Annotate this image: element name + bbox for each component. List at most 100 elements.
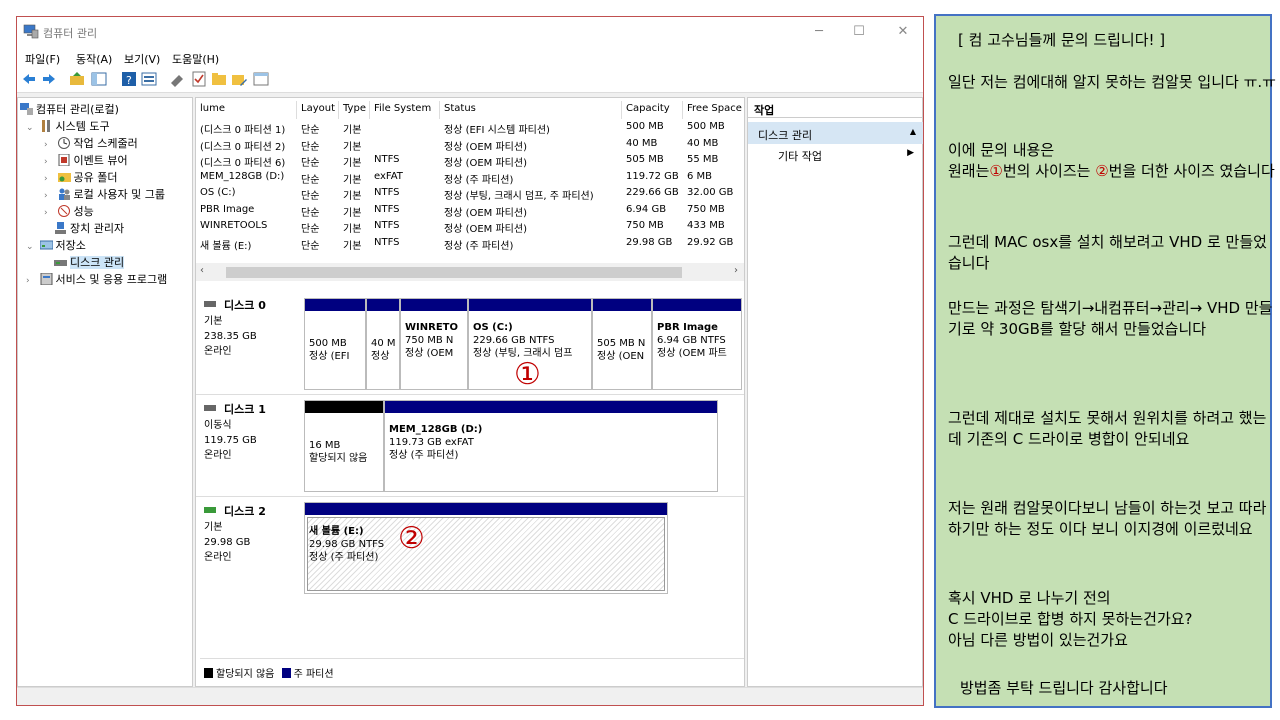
cell-file-system: NTFS — [374, 220, 400, 231]
tree-item-storage[interactable]: ⌄ 저장소 — [26, 237, 86, 253]
folder-icon[interactable] — [211, 71, 227, 87]
tree-item-event-viewer[interactable]: › 이벤트 뷰어 — [44, 152, 128, 168]
cell-type: 기본 — [343, 224, 362, 235]
tree-item-computer-management-local[interactable]: 컴퓨터 관리(로컬) — [20, 101, 119, 117]
column-header-status[interactable]: Status — [440, 101, 622, 119]
table-row[interactable]: 새 볼륨 (E:) 단순 기본 NTFS 정상 (주 파티션) 29.98 GB 29.92… — [196, 236, 744, 252]
properties-icon[interactable] — [141, 71, 157, 87]
column-header-volume[interactable]: lume — [196, 101, 297, 119]
expand-arrow-icon[interactable]: › — [44, 140, 54, 150]
forward-arrow-icon[interactable] — [41, 71, 57, 87]
table-row[interactable]: MEM_128GB (D:) 단순 기본 exFAT 정상 (주 파티션) 119.72 … — [196, 170, 744, 186]
submenu-arrow-icon[interactable]: ▶ — [907, 148, 914, 158]
tree-item-local-users-groups[interactable]: › 로컬 사용자 및 그룹 — [44, 186, 165, 202]
minimize-button[interactable]: ─ — [809, 23, 829, 41]
tree-item-task-scheduler[interactable]: › 작업 스케줄러 — [44, 135, 138, 151]
cell-type: 기본 — [343, 174, 362, 186]
close-button[interactable]: ✕ — [893, 23, 913, 41]
disk-icon — [204, 405, 216, 411]
actions-header: 작업 — [748, 98, 923, 118]
partition-disk0-oem-40mb[interactable]: 40 M 정상 — [366, 298, 400, 390]
cell-free-space: 32.00 GB — [687, 187, 734, 198]
maximize-button[interactable]: ☐ — [849, 23, 869, 41]
cell-capacity: 229.66 GB — [626, 187, 679, 198]
cell-file-system — [370, 137, 440, 153]
cell-capacity: 750 MB — [626, 220, 664, 231]
partition-disk0-winretools[interactable]: WINRETO 750 MB N 정상 (OEM — [400, 298, 468, 390]
menu-view[interactable]: 보기(V) — [124, 51, 160, 67]
cell-file-system: NTFS — [374, 236, 400, 248]
primary-legend-swatch — [281, 668, 291, 678]
clock-icon — [57, 137, 70, 149]
window-view-icon[interactable] — [253, 71, 269, 87]
column-header-layout[interactable]: Layout — [297, 101, 339, 119]
disk-0-label[interactable]: 디스크 0 기본 238.35 GB 온라인 — [204, 298, 300, 359]
column-header-capacity[interactable]: Capacity — [622, 101, 683, 119]
horizontal-scrollbar[interactable]: ‹ › — [196, 263, 744, 281]
cell-status: 정상 (부팅, 크래시 덤프, 주 파티션) — [444, 191, 594, 202]
title-bar[interactable]: 컴퓨터 관리 ─ ☐ ✕ — [17, 17, 923, 47]
table-row[interactable]: PBR Image 단순 기본 NTFS 정상 (OEM 파티션) 6.94 GB 750 … — [196, 203, 744, 219]
menu-file[interactable]: 파일(F) — [25, 51, 60, 67]
cell-free-space: 6 MB — [687, 170, 713, 182]
cell-status: 정상 (주 파티션) — [444, 174, 514, 186]
table-row[interactable]: (디스크 0 파티션 1) 단순 기본 정상 (EFI 시스템 파티션) 500 MB 5… — [196, 120, 744, 136]
cell-capacity: 119.72 GB — [626, 170, 679, 182]
column-header-free-space[interactable]: Free Space — [683, 101, 744, 119]
users-icon — [58, 188, 70, 200]
cell-layout: 단순 — [301, 125, 320, 136]
partition-disk1-mem-128gb-d[interactable]: MEM_128GB (D:) 119.73 GB exFAT 정상 (주 파티션) — [384, 400, 718, 492]
tree-item-performance[interactable]: › 성능 — [44, 203, 94, 219]
expand-arrow-icon[interactable]: › — [44, 208, 54, 218]
cell-layout: 단순 — [301, 224, 320, 235]
menu-action[interactable]: 동작(A) — [76, 51, 112, 67]
cell-volume: (디스크 0 파티션 1) — [200, 125, 286, 136]
actions-disk-management[interactable]: 디스크 관리 ▲ — [748, 122, 923, 144]
partition-disk2-new-volume-e[interactable]: 새 볼륨 (E:) 29.98 GB NTFS 정상 (주 파티션) — [304, 502, 668, 594]
tree-item-services-applications[interactable]: › 서비스 및 응용 프로그램 — [26, 271, 167, 287]
cell-file-system: NTFS — [374, 154, 400, 165]
disk-icon — [204, 301, 216, 307]
column-header-type[interactable]: Type — [339, 101, 370, 119]
tree-item-shared-folders[interactable]: › 공유 폴더 — [44, 169, 117, 185]
tree-item-system-tools[interactable]: ⌄ 시스템 도구 — [26, 118, 110, 134]
tree-item-device-manager[interactable]: 장치 관리자 — [54, 220, 124, 236]
table-row[interactable]: WINRETOOLS 단순 기본 NTFS 정상 (OEM 파티션) 750 MB 433 … — [196, 219, 744, 235]
expand-arrow-icon[interactable]: ⌄ — [26, 123, 36, 133]
computer-management-icon — [20, 103, 33, 115]
show-hide-tree-icon[interactable] — [91, 71, 107, 87]
connect-icon[interactable] — [169, 71, 185, 87]
column-header-file-system[interactable]: File System — [370, 101, 440, 119]
disk-2-label[interactable]: 디스크 2 기본 29.98 GB 온라인 — [204, 504, 300, 565]
table-row[interactable]: (디스크 0 파티션 2) 단순 기본 정상 (OEM 파티션) 40 MB 40 MB — [196, 137, 744, 153]
partition-disk1-unallocated[interactable]: 16 MB 할당되지 않음 — [304, 400, 384, 492]
partition-disk0-pbr-image[interactable]: PBR Image 6.94 GB NTFS 정상 (OEM 파트 — [652, 298, 742, 390]
table-row[interactable]: OS (C:) 단순 기본 NTFS 정상 (부팅, 크래시 덤프, 주 파티션) 229… — [196, 186, 744, 202]
partition-disk0-efi[interactable]: 500 MB 정상 (EFI — [304, 298, 366, 390]
collapse-triangle-icon[interactable]: ▲ — [910, 127, 916, 136]
disk-1-label[interactable]: 디스크 1 이동식 119.75 GB 온라인 — [204, 402, 300, 463]
check-list-icon[interactable] — [191, 71, 207, 87]
table-row[interactable]: (디스크 0 파티션 6) 단순 기본 NTFS 정상 (OEM 파티션) 505 MB 5… — [196, 153, 744, 169]
help-icon[interactable]: ? — [121, 71, 137, 87]
tree-item-disk-management[interactable]: 디스크 관리 — [54, 254, 125, 270]
scrollbar-thumb[interactable] — [226, 267, 682, 278]
disk-graphical-view: 디스크 0 기본 238.35 GB 온라인 500 MB 정상 (EFI 40 … — [196, 298, 744, 686]
scroll-right-icon[interactable]: › — [734, 265, 738, 276]
expand-arrow-icon[interactable]: › — [26, 276, 36, 286]
back-arrow-icon[interactable] — [21, 71, 37, 87]
cell-type: 기본 — [343, 141, 362, 153]
more-actions-item[interactable]: 기타 작업 — [778, 148, 822, 164]
expand-arrow-icon[interactable]: › — [44, 174, 54, 184]
window-title: 컴퓨터 관리 — [43, 27, 98, 40]
expand-arrow-icon[interactable]: ⌄ — [26, 242, 36, 252]
folder-edit-icon[interactable] — [231, 71, 247, 87]
cell-type: 기본 — [343, 240, 362, 252]
expand-arrow-icon[interactable]: › — [44, 157, 54, 167]
partition-disk0-oem-505mb[interactable]: 505 MB N 정상 (OEN — [592, 298, 652, 390]
menu-help[interactable]: 도움말(H) — [172, 51, 219, 67]
expand-arrow-icon[interactable]: › — [44, 191, 54, 201]
up-folder-icon[interactable] — [69, 71, 85, 87]
cell-layout: 단순 — [301, 207, 320, 219]
scroll-left-icon[interactable]: ‹ — [200, 265, 204, 276]
